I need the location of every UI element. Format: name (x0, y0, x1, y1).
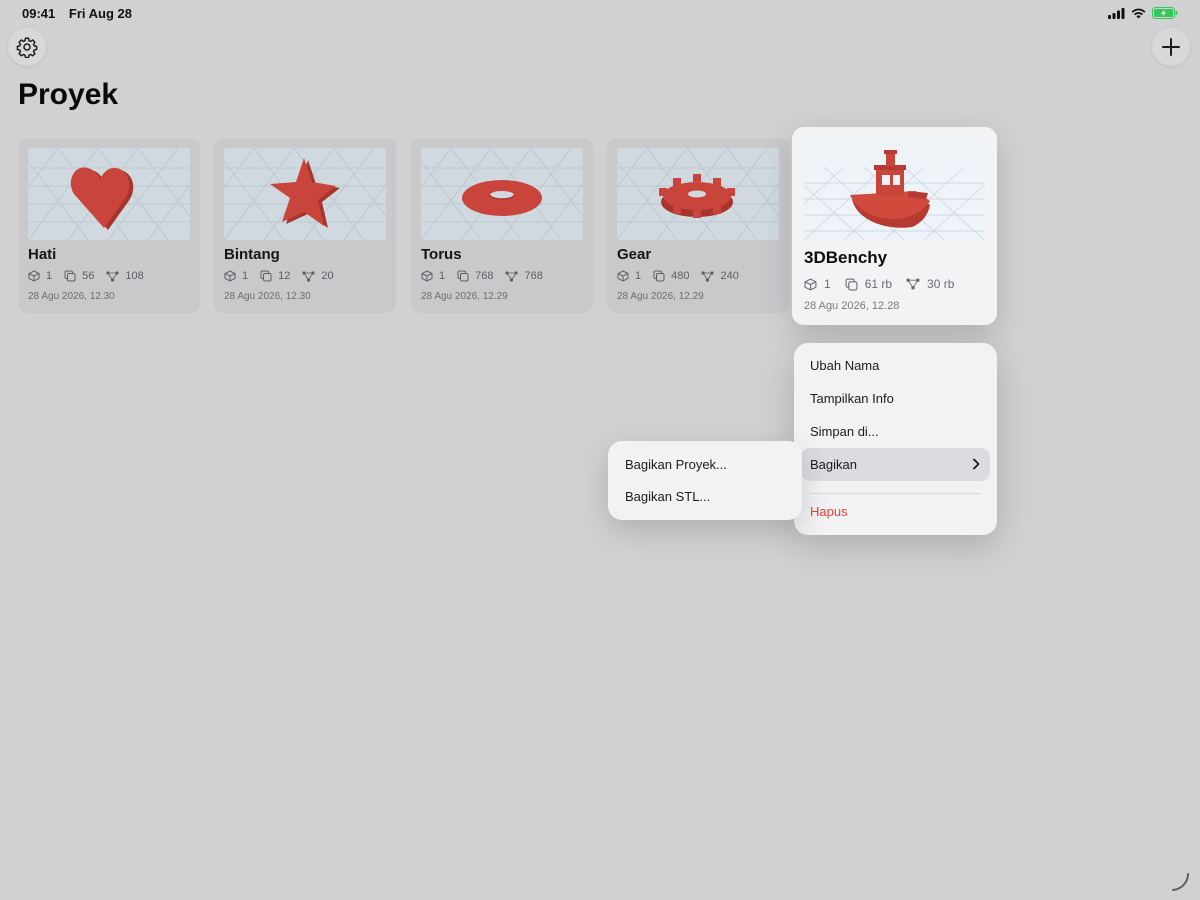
project-card-hati[interactable]: Hati 1 56 108 28 Agu 2026, 12.30 (18, 138, 200, 313)
delete-menu-item[interactable]: Hapus (794, 495, 997, 528)
wifi-icon (1131, 8, 1146, 18)
status-date: Fri Aug 28 (68, 6, 132, 21)
project-date: 28 Agu 2026, 12.29 (421, 291, 508, 302)
object-count: 1 (824, 277, 831, 291)
vertices-icon (701, 270, 715, 282)
project-date: 28 Agu 2026, 12.30 (224, 291, 311, 302)
status-bar: 09:41 Fri Aug 28 (22, 6, 132, 21)
share-project-menu-item[interactable]: Bagikan Proyek... (608, 448, 802, 481)
project-date: 28 Agu 2026, 12.29 (617, 291, 704, 302)
torus-model-thumbnail (421, 148, 583, 240)
add-project-button[interactable] (1152, 28, 1190, 66)
vertex-count: 30 rb (927, 277, 955, 291)
project-date: 28 Agu 2026, 12.30 (28, 291, 115, 302)
settings-button[interactable] (8, 28, 46, 66)
project-name: 3DBenchy (804, 248, 888, 267)
heart-model-thumbnail (28, 148, 190, 240)
cube-icon (804, 277, 817, 291)
object-count: 1 (242, 270, 249, 282)
project-card-3dbenchy[interactable]: 3DBenchy 1 61 rb 30 rb 28 Agu 2026, 12.2… (792, 127, 997, 325)
project-stats: 1 480 240 (617, 270, 751, 282)
gear-model-thumbnail (617, 148, 779, 240)
cellular-signal-icon (1108, 7, 1125, 19)
object-count: 1 (439, 270, 446, 282)
chevron-right-icon (973, 458, 980, 470)
project-name: Bintang (224, 246, 280, 263)
share-stl-menu-item[interactable]: Bagikan STL... (608, 480, 802, 513)
triangle-count: 480 (671, 270, 690, 282)
triangles-icon (64, 270, 76, 282)
vertex-count: 108 (125, 270, 144, 282)
project-name: Torus (421, 246, 462, 263)
object-count: 1 (635, 270, 642, 282)
project-stats: 1 768 768 (421, 270, 555, 282)
gear-icon (16, 37, 38, 58)
vertices-icon (106, 270, 119, 282)
project-stats: 1 61 rb 30 rb (804, 277, 968, 291)
resize-handle-icon[interactable] (1170, 872, 1190, 892)
project-stats: 1 12 20 (224, 270, 346, 282)
vertices-icon (906, 278, 920, 290)
triangle-count: 61 rb (864, 277, 893, 291)
triangles-icon (260, 270, 272, 282)
page-title: Proyek (18, 78, 119, 111)
project-card-gear[interactable]: Gear 1 480 240 28 Agu 2026, 12.29 (607, 138, 789, 313)
menu-divider (810, 493, 981, 494)
triangles-icon (845, 278, 858, 290)
project-stats: 1 56 108 (28, 270, 156, 282)
status-icons (1108, 7, 1178, 19)
plus-icon (1162, 38, 1180, 56)
rename-menu-item[interactable]: Ubah Nama (794, 349, 997, 382)
menu-item-label: Hapus (810, 504, 848, 519)
star-model-thumbnail (224, 148, 386, 240)
share-submenu: Bagikan Proyek... Bagikan STL... (608, 441, 802, 520)
object-count: 1 (46, 270, 53, 282)
menu-item-label: Tampilkan Info (810, 391, 894, 406)
menu-item-label: Bagikan (810, 457, 857, 472)
triangles-icon (457, 270, 469, 282)
project-date: 28 Agu 2026, 12.28 (804, 300, 900, 312)
triangle-count: 12 (278, 270, 291, 282)
cube-icon (28, 270, 40, 282)
cube-icon (224, 270, 236, 282)
vertex-count: 240 (720, 270, 739, 282)
triangle-count: 56 (82, 270, 95, 282)
menu-item-label: Bagikan STL... (625, 489, 711, 504)
cube-icon (421, 270, 433, 282)
vertices-icon (505, 270, 519, 282)
vertex-count: 768 (524, 270, 543, 282)
vertex-count: 20 (321, 270, 334, 282)
share-menu-item[interactable]: Bagikan (801, 448, 990, 481)
menu-item-label: Bagikan Proyek... (625, 457, 727, 472)
save-to-menu-item[interactable]: Simpan di... (794, 415, 997, 448)
status-time: 09:41 (22, 6, 56, 21)
menu-item-label: Ubah Nama (810, 358, 880, 373)
project-name: Hati (28, 246, 57, 263)
vertices-icon (302, 270, 315, 282)
battery-charging-icon (1152, 7, 1178, 19)
project-card-bintang[interactable]: Bintang 1 12 20 28 Agu 2026, 12.30 (214, 138, 396, 313)
project-name: Gear (617, 246, 652, 263)
triangles-icon (653, 270, 665, 282)
show-info-menu-item[interactable]: Tampilkan Info (794, 382, 997, 415)
menu-item-label: Simpan di... (810, 424, 879, 439)
context-menu: Ubah Nama Tampilkan Info Simpan di... Ba… (794, 343, 997, 535)
project-card-torus[interactable]: Torus 1 768 768 28 Agu 2026, 12.29 (411, 138, 593, 313)
boat-model-thumbnail (804, 139, 985, 240)
cube-icon (617, 270, 629, 282)
triangle-count: 768 (475, 270, 494, 282)
